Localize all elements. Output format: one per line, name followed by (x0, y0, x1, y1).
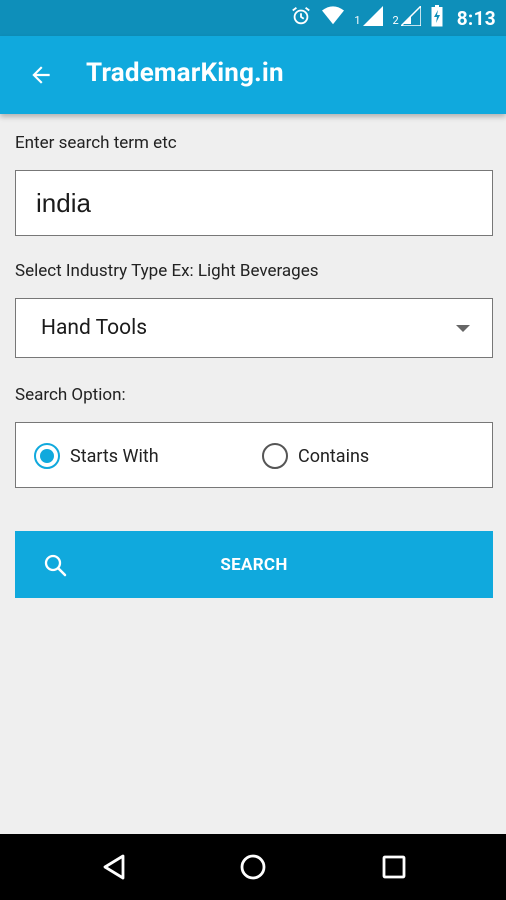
dropdown-caret-icon (456, 324, 470, 332)
back-triangle-icon[interactable] (98, 851, 130, 883)
search-term-label: Enter search term etc (15, 133, 177, 153)
sim2-label: 2 (392, 13, 399, 27)
radio-option-label: Starts With (70, 445, 159, 467)
app-title: TrademarKing.in (86, 58, 284, 88)
sim1-label: 1 (354, 13, 361, 27)
radio-unchecked-icon[interactable] (262, 443, 288, 469)
radio-option-contains[interactable]: Contains (262, 423, 369, 489)
search-option-group: Starts With Contains (15, 422, 493, 488)
industry-select-value: Hand Tools (41, 316, 148, 340)
app-bar: TrademarKing.in (0, 36, 506, 114)
alarm-icon (290, 5, 312, 31)
arrow-back-icon[interactable] (24, 58, 58, 92)
radio-checked-icon[interactable] (34, 443, 60, 469)
radio-option-starts-with[interactable]: Starts With (34, 423, 159, 489)
search-icon (43, 553, 67, 581)
signal-icon (362, 6, 383, 30)
search-input-box[interactable] (15, 170, 493, 236)
search-option-label: Search Option: (15, 385, 126, 405)
home-circle-icon[interactable] (237, 851, 269, 883)
industry-select[interactable]: Hand Tools (15, 298, 493, 358)
search-button-label: SEARCH (220, 554, 288, 575)
search-button[interactable]: SEARCH (15, 531, 493, 598)
recents-square-icon[interactable] (378, 851, 410, 883)
clock-time: 8:13 (456, 6, 496, 30)
radio-option-label: Contains (298, 445, 370, 467)
signal-icon-2 (398, 4, 422, 30)
battery-icon (431, 5, 443, 31)
search-input[interactable] (16, 171, 492, 235)
industry-label: Select Industry Type Ex: Light Beverages (15, 261, 319, 281)
wifi-icon (322, 6, 345, 30)
status-bar: 1 2 8:13 (0, 0, 506, 36)
navigation-bar (0, 834, 506, 900)
